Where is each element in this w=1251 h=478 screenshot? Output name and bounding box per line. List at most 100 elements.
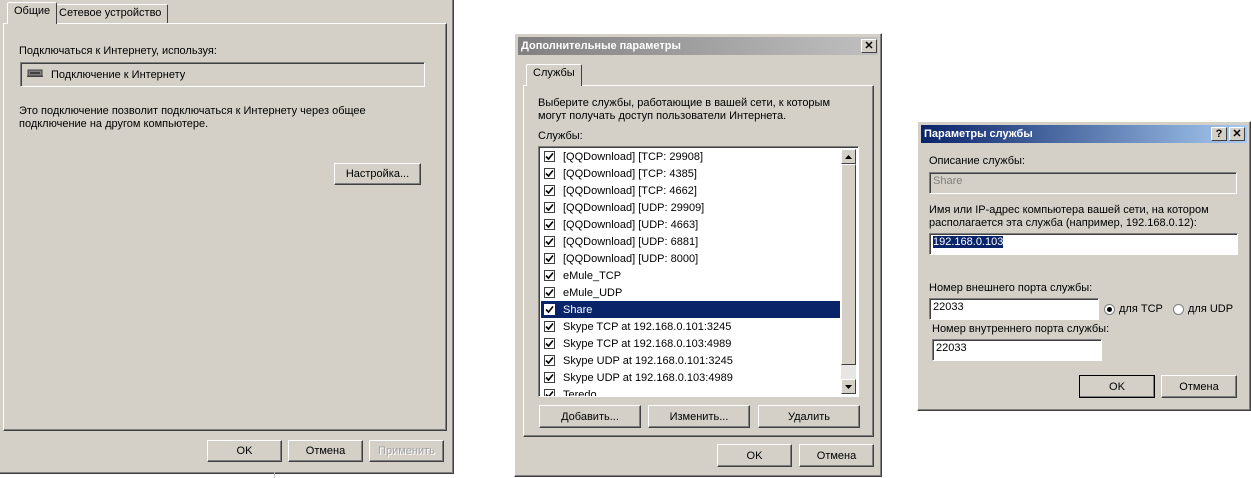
service-list-item[interactable]: eMule_UDP <box>541 284 840 301</box>
service-checkbox[interactable] <box>544 253 555 264</box>
scroll-up-button[interactable] <box>841 149 856 164</box>
ok-button[interactable]: OK <box>1079 375 1155 398</box>
service-list-item[interactable]: Teredo <box>541 386 840 397</box>
delete-service-button[interactable]: Удалить <box>758 405 860 428</box>
internal-port-field[interactable]: 22033 <box>932 339 1102 361</box>
checkmark-icon <box>545 356 554 365</box>
tab-services[interactable]: Службы <box>526 64 582 86</box>
service-list-item[interactable]: Skype TCP at 192.168.0.103:4989 <box>541 335 840 352</box>
service-checkbox[interactable] <box>544 185 555 196</box>
service-list-item[interactable]: Skype TCP at 192.168.0.101:3245 <box>541 318 840 335</box>
checkmark-icon <box>545 305 554 314</box>
service-list-item[interactable]: [QQDownload] [UDP: 29909] <box>541 199 840 216</box>
service-name: [QQDownload] [UDP: 29909] <box>563 201 705 214</box>
scroll-thumb[interactable] <box>841 164 856 365</box>
service-settings-dialog: Параметры службы ? ✕ Описание службы: Sh… <box>917 121 1251 411</box>
services-list[interactable]: [QQDownload] [TCP: 29908] [QQDownload] [T… <box>538 146 859 397</box>
cancel-button[interactable]: Отмена <box>1161 375 1237 398</box>
service-checkbox[interactable] <box>544 304 555 315</box>
service-description-label: Описание службы: <box>929 155 1025 167</box>
checkmark-icon <box>545 390 554 396</box>
connect-using-label: Подключаться к Интернету, используя: <box>19 45 217 57</box>
checkmark-icon <box>545 339 554 348</box>
chevron-up-icon <box>845 154 852 159</box>
service-list-item[interactable]: [QQDownload] [UDP: 8000] <box>541 250 840 267</box>
radio-udp-icon <box>1173 303 1184 315</box>
service-checkbox[interactable] <box>544 389 555 396</box>
sharing-description: Это подключение позволит подключаться к … <box>19 105 366 130</box>
service-name: Teredo <box>563 388 597 397</box>
service-checkbox[interactable] <box>544 338 555 349</box>
service-name: [QQDownload] [UDP: 6881] <box>563 235 699 248</box>
services-label: Службы: <box>538 130 583 142</box>
service-checkbox[interactable] <box>544 151 555 162</box>
close-icon[interactable]: ✕ <box>861 39 877 53</box>
tab-general[interactable]: Общие <box>7 2 58 24</box>
help-icon[interactable]: ? <box>1211 127 1227 141</box>
service-list-item[interactable]: Share <box>541 301 840 318</box>
service-list-item[interactable]: [QQDownload] [TCP: 4385] <box>541 165 840 182</box>
service-list-item[interactable]: eMule_TCP <box>541 267 840 284</box>
service-checkbox[interactable] <box>544 270 555 281</box>
protocol-tcp-radio[interactable]: для TCP <box>1104 303 1163 315</box>
service-checkbox[interactable] <box>544 202 555 213</box>
ok-button[interactable]: OK <box>207 440 282 462</box>
service-name: [QQDownload] [TCP: 29908] <box>563 150 704 163</box>
protocol-udp-label: для UDP <box>1188 303 1234 315</box>
checkmark-icon <box>545 373 554 382</box>
service-checkbox[interactable] <box>544 168 555 179</box>
service-checkbox[interactable] <box>544 355 555 366</box>
service-list-item[interactable]: [QQDownload] [UDP: 4663] <box>541 216 840 233</box>
cancel-button[interactable]: Отмена <box>288 440 363 462</box>
service-name: Skype TCP at 192.168.0.103:4989 <box>563 337 732 350</box>
service-list-item[interactable]: Skype UDP at 192.168.0.101:3245 <box>541 352 840 369</box>
service-list-item[interactable]: Skype UDP at 192.168.0.103:4989 <box>541 369 840 386</box>
service-name: [QQDownload] [TCP: 4385] <box>563 167 697 180</box>
edit-service-button[interactable]: Изменить... <box>648 405 750 428</box>
connection-properties-dialog: Общие Сетевое устройство Подключаться к … <box>0 0 454 474</box>
add-service-button[interactable]: Добавить... <box>539 405 641 428</box>
external-port-label: Номер внешнего порта службы: <box>929 282 1093 294</box>
checkmark-icon <box>545 169 554 178</box>
service-checkbox[interactable] <box>544 321 555 332</box>
internal-port-label: Номер внутреннего порта службы: <box>932 323 1110 335</box>
service-checkbox[interactable] <box>544 287 555 298</box>
network-adapter-icon <box>27 68 43 81</box>
service-checkbox[interactable] <box>544 372 555 383</box>
service-checkbox[interactable] <box>544 236 555 247</box>
checkmark-icon <box>545 237 554 246</box>
advanced-settings-dialog: Дополнительные параметры ✕ Службы Выбери… <box>514 33 882 477</box>
apply-button[interactable]: Применить <box>369 440 444 462</box>
service-list-item[interactable]: [QQDownload] [UDP: 6881] <box>541 233 840 250</box>
service-name: Skype TCP at 192.168.0.101:3245 <box>563 320 732 333</box>
service-name: eMule_TCP <box>563 269 622 282</box>
protocol-tcp-label: для TCP <box>1119 303 1163 315</box>
service-list-item[interactable]: [QQDownload] [TCP: 29908] <box>541 148 840 165</box>
service-checkbox[interactable] <box>544 219 555 230</box>
tab-network-device[interactable]: Сетевое устройство <box>52 4 169 23</box>
protocol-udp-radio[interactable]: для UDP <box>1173 303 1233 315</box>
service-name: Share <box>563 303 593 316</box>
checkmark-icon <box>545 254 554 263</box>
services-intro: Выберите службы, работающие в вашей сети… <box>538 97 831 122</box>
external-port-field[interactable]: 22033 <box>929 298 1099 320</box>
advanced-title: Дополнительные параметры <box>521 40 681 52</box>
host-address-value: 192.168.0.103 <box>933 236 1004 248</box>
service-name: Skype UDP at 192.168.0.101:3245 <box>563 354 733 367</box>
service-name: Skype UDP at 192.168.0.103:4989 <box>563 371 733 384</box>
checkmark-icon <box>545 322 554 331</box>
settings-button[interactable]: Настройка... <box>334 163 421 185</box>
service-name: [QQDownload] [UDP: 4663] <box>563 218 699 231</box>
host-label: Имя или IP-адрес компьютера вашей сети, … <box>929 204 1209 229</box>
service-name: [QQDownload] [UDP: 8000] <box>563 252 699 265</box>
scrollbar[interactable] <box>841 149 856 394</box>
cancel-button[interactable]: Отмена <box>799 444 874 467</box>
service-list-item[interactable]: [QQDownload] [TCP: 4662] <box>541 182 840 199</box>
scroll-down-button[interactable] <box>841 379 856 394</box>
host-address-field[interactable]: 192.168.0.103 <box>929 233 1238 255</box>
ok-button[interactable]: OK <box>717 444 792 467</box>
connection-name-box: Подключение к Интернету <box>20 62 425 87</box>
close-icon[interactable]: ✕ <box>1229 127 1245 141</box>
checkmark-icon <box>545 288 554 297</box>
checkmark-icon <box>545 220 554 229</box>
